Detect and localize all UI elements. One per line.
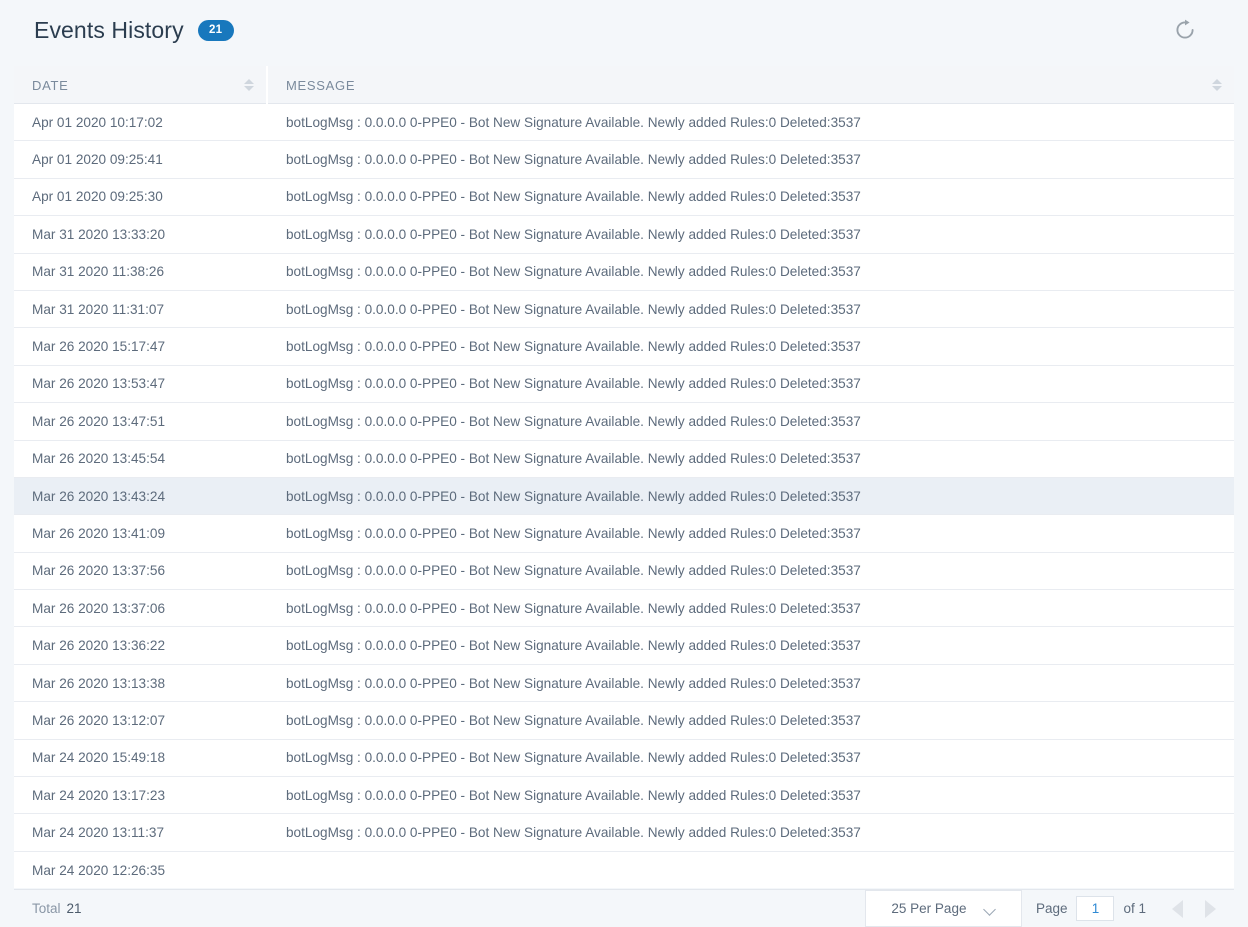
- events-table: DATE MESSAGE Apr 01 2020 10:17:02 botLogM…: [14, 66, 1234, 888]
- column-header-date[interactable]: DATE: [14, 66, 268, 104]
- cell-date: Mar 26 2020 13:37:56: [32, 563, 166, 579]
- column-header-date-label: DATE: [32, 77, 69, 93]
- cell-date: Mar 31 2020 13:33:20: [32, 226, 166, 242]
- cell-message: botLogMsg : 0.0.0.0 0-PPE0 - Bot New Sig…: [286, 413, 861, 429]
- cell-date: Mar 31 2020 11:31:07: [32, 301, 165, 317]
- table-row[interactable]: Mar 26 2020 13:53:47 botLogMsg : 0.0.0.0 …: [14, 365, 1234, 404]
- page-total-label: of 1: [1123, 901, 1146, 916]
- cell-date: Mar 24 2020 13:11:37: [32, 825, 165, 841]
- cell-date: Mar 26 2020 13:12:07: [32, 712, 166, 728]
- events-history-page: Events History 21 DATE MESSAGE Apr 01 20…: [0, 0, 1248, 927]
- cell-message: botLogMsg : 0.0.0.0 0-PPE0 - Bot New Sig…: [286, 638, 861, 654]
- events-count-badge: 21: [197, 19, 234, 41]
- pagination-arrows: [1172, 899, 1216, 918]
- refresh-button[interactable]: [1170, 15, 1200, 45]
- per-page-dropdown[interactable]: 25 Per Page: [864, 890, 1022, 927]
- cell-message: botLogMsg : 0.0.0.0 0-PPE0 - Bot New Sig…: [286, 488, 861, 504]
- cell-message: botLogMsg : 0.0.0.0 0-PPE0 - Bot New Sig…: [286, 750, 861, 766]
- next-page-button[interactable]: [1205, 899, 1216, 918]
- cell-message: botLogMsg : 0.0.0.0 0-PPE0 - Bot New Sig…: [286, 152, 861, 168]
- table-row[interactable]: Mar 26 2020 15:17:47 botLogMsg : 0.0.0.0 …: [14, 328, 1234, 366]
- cell-date: Mar 26 2020 15:17:47: [32, 339, 166, 355]
- table-row[interactable]: Mar 26 2020 13:47:51 botLogMsg : 0.0.0.0 …: [14, 403, 1234, 441]
- table-row[interactable]: Mar 31 2020 11:31:07 botLogMsg : 0.0.0.0 …: [14, 290, 1234, 329]
- cell-date: Mar 26 2020 13:43:24: [32, 488, 166, 504]
- table-row[interactable]: Mar 26 2020 13:13:38 botLogMsg : 0.0.0.0 …: [14, 664, 1234, 703]
- refresh-icon: [1174, 19, 1196, 41]
- sort-updown-icon[interactable]: [1211, 76, 1222, 94]
- per-page-value: 25 Per Page: [891, 901, 967, 916]
- table-row[interactable]: Mar 31 2020 13:33:20 botLogMsg : 0.0.0.0 …: [14, 216, 1234, 254]
- table-row[interactable]: Mar 31 2020 11:38:26 botLogMsg : 0.0.0.0 …: [14, 253, 1234, 291]
- cell-date: Mar 24 2020 15:49:18: [32, 750, 166, 766]
- page-number-input[interactable]: [1076, 896, 1115, 921]
- cell-date: Mar 24 2020 13:17:23: [32, 787, 166, 803]
- column-header-message[interactable]: MESSAGE: [268, 66, 1234, 104]
- cell-date: Apr 01 2020 09:25:30: [32, 189, 163, 205]
- table-row[interactable]: Mar 24 2020 15:49:18 botLogMsg : 0.0.0.0 …: [14, 739, 1234, 778]
- cell-message: botLogMsg : 0.0.0.0 0-PPE0 - Bot New Sig…: [286, 114, 861, 130]
- chevron-down-icon: [984, 905, 995, 912]
- previous-page-button[interactable]: [1172, 899, 1183, 918]
- cell-message: botLogMsg : 0.0.0.0 0-PPE0 - Bot New Sig…: [286, 675, 861, 691]
- table-row[interactable]: Mar 24 2020 12:26:35: [14, 851, 1234, 888]
- table-row[interactable]: Mar 26 2020 13:12:07 botLogMsg : 0.0.0.0 …: [14, 702, 1234, 740]
- cell-message: botLogMsg : 0.0.0.0 0-PPE0 - Bot New Sig…: [286, 376, 861, 392]
- total-label: Total: [32, 901, 61, 916]
- cell-message: botLogMsg : 0.0.0.0 0-PPE0 - Bot New Sig…: [286, 339, 861, 355]
- cell-date: Mar 24 2020 12:26:35: [32, 862, 166, 878]
- page-title: Events History: [34, 16, 184, 43]
- cell-message: botLogMsg : 0.0.0.0 0-PPE0 - Bot New Sig…: [286, 226, 861, 242]
- table-row[interactable]: Mar 24 2020 13:11:37 botLogMsg : 0.0.0.0 …: [14, 814, 1234, 852]
- table-row[interactable]: Mar 26 2020 13:43:24 botLogMsg : 0.0.0.0 …: [14, 477, 1234, 516]
- cell-date: Mar 31 2020 11:38:26: [32, 264, 165, 280]
- cell-date: Apr 01 2020 10:17:02: [32, 114, 163, 130]
- page-header: Events History 21: [0, 0, 1248, 60]
- cell-date: Mar 26 2020 13:53:47: [32, 376, 166, 392]
- table-row[interactable]: Apr 01 2020 09:25:30 botLogMsg : 0.0.0.0 …: [14, 178, 1234, 217]
- cell-date: Mar 26 2020 13:13:38: [32, 675, 166, 691]
- cell-message: botLogMsg : 0.0.0.0 0-PPE0 - Bot New Sig…: [286, 189, 861, 205]
- cell-message: botLogMsg : 0.0.0.0 0-PPE0 - Bot New Sig…: [286, 301, 861, 317]
- table-header-row: DATE MESSAGE: [14, 66, 1234, 104]
- table-row[interactable]: Mar 26 2020 13:37:56 botLogMsg : 0.0.0.0 …: [14, 552, 1234, 591]
- cell-date: Mar 26 2020 13:36:22: [32, 638, 166, 654]
- page-label: Page: [1035, 901, 1068, 916]
- cell-message: botLogMsg : 0.0.0.0 0-PPE0 - Bot New Sig…: [286, 563, 861, 579]
- table-body: Apr 01 2020 10:17:02 botLogMsg : 0.0.0.0 …: [14, 104, 1234, 888]
- cell-date: Apr 01 2020 09:25:41: [32, 152, 163, 168]
- table-row[interactable]: Apr 01 2020 09:25:41 botLogMsg : 0.0.0.0 …: [14, 141, 1234, 179]
- cell-date: Mar 26 2020 13:37:06: [32, 600, 166, 616]
- cell-date: Mar 26 2020 13:47:51: [32, 413, 166, 429]
- cell-message: botLogMsg : 0.0.0.0 0-PPE0 - Bot New Sig…: [286, 600, 861, 616]
- cell-message: botLogMsg : 0.0.0.0 0-PPE0 - Bot New Sig…: [286, 825, 861, 841]
- cell-message: botLogMsg : 0.0.0.0 0-PPE0 - Bot New Sig…: [286, 451, 861, 467]
- cell-message: botLogMsg : 0.0.0.0 0-PPE0 - Bot New Sig…: [286, 525, 861, 541]
- sort-updown-icon[interactable]: [243, 76, 254, 94]
- column-header-message-label: MESSAGE: [286, 77, 356, 93]
- cell-message: botLogMsg : 0.0.0.0 0-PPE0 - Bot New Sig…: [286, 712, 861, 728]
- table-row[interactable]: Apr 01 2020 10:17:02 botLogMsg : 0.0.0.0 …: [14, 104, 1234, 142]
- table-row[interactable]: Mar 24 2020 13:17:23 botLogMsg : 0.0.0.0 …: [14, 777, 1234, 815]
- table-row[interactable]: Mar 26 2020 13:36:22 botLogMsg : 0.0.0.0 …: [14, 627, 1234, 665]
- table-row[interactable]: Mar 26 2020 13:37:06 botLogMsg : 0.0.0.0 …: [14, 590, 1234, 628]
- cell-date: Mar 26 2020 13:45:54: [32, 451, 166, 467]
- table-footer: Total 21 25 Per Page Page of 1: [14, 889, 1234, 927]
- cell-message: botLogMsg : 0.0.0.0 0-PPE0 - Bot New Sig…: [286, 787, 861, 803]
- total-value: 21: [66, 901, 82, 916]
- table-row[interactable]: Mar 26 2020 13:45:54 botLogMsg : 0.0.0.0 …: [14, 440, 1234, 478]
- cell-message: botLogMsg : 0.0.0.0 0-PPE0 - Bot New Sig…: [286, 264, 861, 280]
- cell-date: Mar 26 2020 13:41:09: [32, 525, 166, 541]
- page-navigation: Page of 1: [1022, 890, 1156, 927]
- table-row[interactable]: Mar 26 2020 13:41:09 botLogMsg : 0.0.0.0 …: [14, 515, 1234, 553]
